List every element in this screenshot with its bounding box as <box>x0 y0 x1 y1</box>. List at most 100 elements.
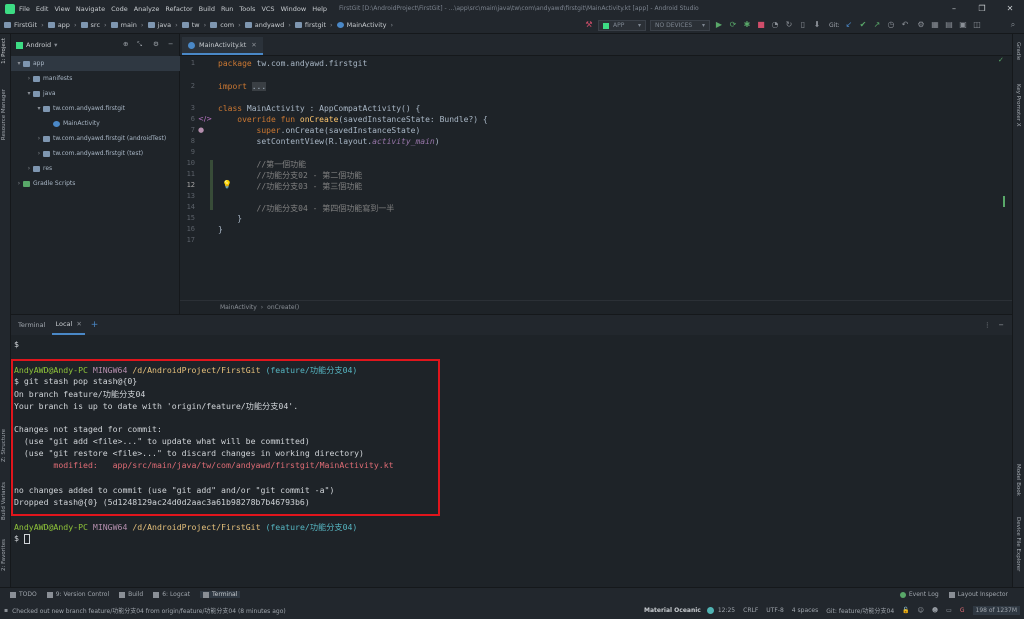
breadcrumb-class[interactable]: MainActivity <box>220 304 257 311</box>
hammer-icon[interactable]: ⚒ <box>584 20 594 30</box>
code-line[interactable]: setContentView(R.layout.activity_main) <box>218 137 440 146</box>
crumb-java[interactable]: java › <box>147 21 178 29</box>
sync-icon[interactable]: ↻ <box>784 20 794 30</box>
memory-indicator[interactable]: 198 of 1237M <box>972 605 1020 615</box>
debug-icon[interactable]: ✱ <box>742 20 752 30</box>
project-view-select[interactable]: Android <box>26 41 51 49</box>
crumb-mainactivity[interactable]: MainActivity › <box>336 21 393 29</box>
tree-item[interactable]: MainActivity <box>11 116 180 131</box>
crumb-tw[interactable]: tw › <box>181 21 206 29</box>
rollback-icon[interactable]: ↶ <box>900 20 910 30</box>
line-separator[interactable]: CRLF <box>743 607 758 614</box>
hide-icon[interactable]: − <box>999 321 1004 329</box>
device-file-explorer-tool-button[interactable]: Device File Explorer <box>1015 517 1021 571</box>
apply-changes-icon[interactable]: ⟳ <box>728 20 738 30</box>
code-line[interactable]: import ... <box>218 82 267 91</box>
chevron-down-icon[interactable]: ▾ <box>25 90 33 97</box>
todo-tool-button[interactable]: TODO <box>10 591 37 598</box>
chevron-right-icon[interactable]: › <box>35 150 43 157</box>
chevron-down-icon[interactable]: ▾ <box>35 105 43 112</box>
resource-manager-tool-button[interactable]: Resource Manager <box>1 89 7 140</box>
chevron-right-icon[interactable]: › <box>35 135 43 142</box>
status-message[interactable]: Checked out new branch feature/功能分支04 fr… <box>12 606 286 615</box>
crumb-app[interactable]: app › <box>47 21 77 29</box>
settings-icon[interactable]: ⚙ <box>916 20 926 30</box>
tree-item[interactable]: › Gradle Scripts <box>11 176 180 191</box>
logcat-tool-button[interactable]: 6: Logcat <box>153 591 190 598</box>
menu-run[interactable]: Run <box>221 5 233 13</box>
stop-icon[interactable]: ■ <box>756 20 766 30</box>
build-tool-button[interactable]: Build <box>119 591 143 598</box>
menu-build[interactable]: Build <box>199 5 215 13</box>
menu-code[interactable]: Code <box>111 5 128 13</box>
crumb-andyawd[interactable]: andyawd › <box>244 21 291 29</box>
device-icon[interactable]: ▣ <box>958 20 968 30</box>
event-icon[interactable]: ▭ <box>946 607 952 614</box>
sdk-manager-icon[interactable]: ⬇ <box>812 20 822 30</box>
settings-icon[interactable]: ⚙ <box>153 40 159 48</box>
menu-vcs[interactable]: VCS <box>261 5 274 13</box>
code-line[interactable]: class MainActivity : AppCompatActivity()… <box>218 104 420 113</box>
chevron-down-icon[interactable]: ▾ <box>15 60 23 67</box>
feedback-icon[interactable]: ☻ <box>932 607 938 614</box>
crumb-firstgit-pkg[interactable]: firstgit › <box>294 21 333 29</box>
project-tool-button[interactable]: 1: Project <box>1 38 7 64</box>
layout-icon[interactable]: ▤ <box>944 20 954 30</box>
terminal-tool-button[interactable]: Terminal <box>200 591 241 598</box>
chevron-right-icon[interactable]: › <box>15 180 23 187</box>
chevron-right-icon[interactable]: › <box>25 165 33 172</box>
tree-item[interactable]: ▾ tw.com.andyawd.firstgit <box>11 101 180 116</box>
code-line[interactable]: override fun onCreate(savedInstanceState… <box>218 115 487 124</box>
menu-edit[interactable]: Edit <box>36 5 49 13</box>
menu-window[interactable]: Window <box>281 5 307 13</box>
tree-item[interactable]: › res <box>11 161 180 176</box>
crumb-firstgit[interactable]: FirstGit › <box>4 21 44 29</box>
collapse-all-icon[interactable]: ⤡ <box>137 40 142 49</box>
chevron-down-icon[interactable]: ▾ <box>54 41 57 49</box>
breadcrumb-method[interactable]: onCreate() <box>267 304 299 311</box>
terminal-input-line[interactable]: $ <box>14 533 30 544</box>
tree-item[interactable]: ▾ app <box>11 56 180 71</box>
menu-analyze[interactable]: Analyze <box>134 5 160 13</box>
favorites-tool-button[interactable]: 2: Favorites <box>1 539 7 571</box>
code-line[interactable]: super.onCreate(savedInstanceState) <box>218 126 421 135</box>
tree-item[interactable]: › tw.com.andyawd.firstgit (test) <box>11 146 180 161</box>
code-line[interactable]: //功能分支02 - 第二個功能 <box>218 170 363 181</box>
theme-indicator[interactable]: Material Oceanic <box>644 607 701 614</box>
code-line[interactable]: package tw.com.andyawd.firstgit <box>218 59 367 68</box>
key-promoter-tool-button[interactable]: Key Promoter X <box>1015 84 1021 127</box>
git-push-icon[interactable]: ↗ <box>872 20 882 30</box>
event-log-tool-button[interactable]: Event Log <box>899 591 939 598</box>
profile-icon[interactable]: ◔ <box>770 20 780 30</box>
tab-mainactivity[interactable]: MainActivity.kt ✕ <box>182 37 263 55</box>
override-gutter-icon[interactable]: ● <box>198 126 204 134</box>
locate-icon[interactable]: ⊕ <box>123 40 128 48</box>
history-icon[interactable]: ◷ <box>886 20 896 30</box>
gradle-tool-button[interactable]: Gradle <box>1015 42 1021 60</box>
version-control-tool-button[interactable]: 9: Version Control <box>46 591 109 598</box>
crumb-com[interactable]: com › <box>210 21 241 29</box>
tree-item[interactable]: ▾ java <box>11 86 180 101</box>
google-icon[interactable]: G <box>960 607 965 614</box>
search-icon[interactable]: ⌕ <box>1008 20 1018 30</box>
git-branch-widget[interactable]: Git: feature/功能分支04 <box>826 606 894 615</box>
minimize-icon[interactable]: – <box>940 4 968 13</box>
menu-help[interactable]: Help <box>312 5 327 13</box>
new-session-icon[interactable]: + <box>91 320 99 330</box>
restore-icon[interactable]: ❐ <box>968 4 996 13</box>
menu-file[interactable]: File <box>19 5 30 13</box>
menu-navigate[interactable]: Navigate <box>76 5 105 13</box>
run-icon[interactable]: ▶ <box>714 20 724 30</box>
code-line[interactable]: //功能分支04 - 第四個功能寫到一半 <box>218 203 395 214</box>
hide-icon[interactable]: − <box>168 40 173 48</box>
close-icon[interactable]: ✕ <box>996 4 1024 13</box>
code-line[interactable]: //第一個功能 <box>218 159 307 170</box>
structure-tool-button[interactable]: Z: Structure <box>1 429 7 462</box>
indent-setting[interactable]: 4 spaces <box>792 607 818 614</box>
tree-item[interactable]: › manifests <box>11 71 180 86</box>
build-variants-tool-button[interactable]: Build Variants <box>1 482 7 520</box>
model-book-tool-button[interactable]: Model Book <box>1015 464 1021 496</box>
git-commit-icon[interactable]: ✔ <box>858 20 868 30</box>
tab-local[interactable]: Local ✕ <box>52 315 85 335</box>
class-gutter-icon[interactable]: </> <box>198 115 212 123</box>
